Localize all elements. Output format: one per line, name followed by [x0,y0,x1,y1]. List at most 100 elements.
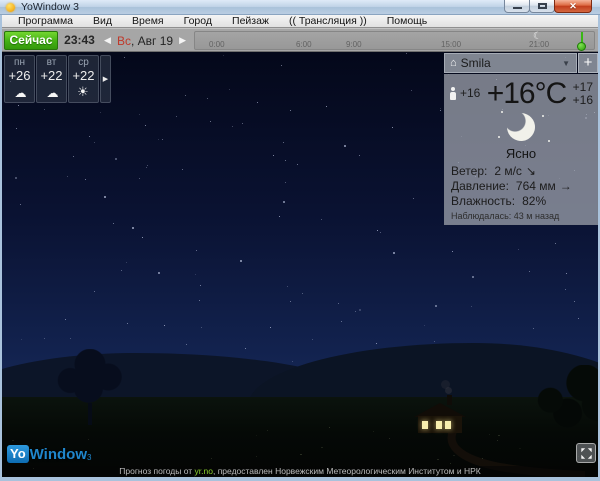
condition-icon-row [449,111,593,146]
pressure-trend-icon: → [560,179,572,193]
time-cursor-handle[interactable] [577,42,586,51]
logo-yo-badge: Yo [7,445,29,463]
star-dot [501,111,503,113]
logo-wordmark: Window [30,446,87,463]
window-frame [0,477,600,481]
humidity-value: 82% [522,194,546,208]
forecast-day-wednesday[interactable]: ср +22 [68,55,99,103]
person-icon [449,87,457,100]
minimize-button[interactable] [504,0,530,13]
house [410,395,470,433]
weather-panel-header: ⌂ Smila ▼ + [444,53,598,73]
menu-item-program[interactable]: Программа [8,15,83,27]
temperature-row: +16 +16°C +17 +16 [449,77,593,111]
yowindow-logo: Yo Window 3 [7,445,91,463]
pressure-row: Давление: 764 мм → [449,179,593,194]
location-selector[interactable]: ⌂ Smila ▼ [444,53,577,73]
menu-item-view[interactable]: Вид [83,15,122,27]
wind-row: Ветер: 2 м/с ↘ [449,164,593,179]
fullscreen-icon [580,447,593,460]
date-navigator: ◀ Вс, Авг 19 ▶ [100,31,190,50]
forecast-expand-button[interactable]: ▶ [100,55,111,103]
add-location-button[interactable]: + [578,53,598,73]
star-dot [542,115,544,117]
chimney-smoke [445,387,452,394]
pressure-value: 764 мм [516,179,556,193]
high-low: +17 +16 [573,81,593,107]
location-name: Smila [461,56,562,70]
star-dot [498,136,500,138]
night-scene: пн +26 вт +22 ср +22 ▶ ⌂ Smila [2,52,598,477]
weather-panel-body: +16 +16°C +17 +16 Ясно В [444,74,598,225]
star-dot [548,140,550,142]
forecast-day-temp: +22 [37,69,66,82]
timeline-tick: 15:00 [441,40,461,49]
prev-day-button[interactable]: ◀ [104,35,111,46]
sun-logo-icon [6,3,15,12]
yr-no-link[interactable]: yr.no [195,466,213,476]
humidity-label: Влажность: [451,194,515,208]
house-window [422,421,428,429]
next-day-button[interactable]: ▶ [179,35,186,46]
forecast-day-monday[interactable]: пн +26 [4,55,35,103]
condition-text: Ясно [449,146,593,161]
date-label: Вс, Авг 19 [117,34,173,48]
house-window [436,421,442,429]
menu-item-landscape[interactable]: Пейзаж [222,15,279,27]
wind-value: 2 м/с [494,164,522,178]
pressure-label: Давление: [451,179,509,193]
weather-panel: ⌂ Smila ▼ + +16 +16°C +17 +16 [444,53,598,225]
window-controls: ✕ [505,0,592,13]
trees-silhouette [510,365,598,429]
menu-item-city[interactable]: Город [174,15,222,27]
menu-item-help[interactable]: Помощь [377,15,438,27]
moon-icon [505,111,537,143]
menu-bar: Программа Вид Время Город Пейзаж (( Тран… [2,15,598,28]
window-title: YoWindow 3 [21,1,79,14]
weekday-label: Вс [117,34,131,48]
timeline-slider[interactable]: 0:00 6:00 9:00 15:00 21:00 ☾ [194,31,595,50]
timeline-tick: 0:00 [209,40,225,49]
logo-version: 3 [87,453,91,463]
yowindow-app: YoWindow 3 ✕ Программа Вид Время Город П… [0,0,600,481]
forecast-day-temp: +22 [69,69,98,82]
low-temp: +16 [573,94,593,107]
sun-cloud-icon [37,84,66,102]
tree-silhouette [52,349,128,419]
feels-like: +16 [449,86,480,100]
close-icon: ✕ [555,0,591,12]
clock-time: 23:43 [61,31,98,50]
home-icon: ⌂ [450,54,457,72]
forecast-strip: пн +26 вт +22 ср +22 ▶ [4,55,111,103]
humidity-row: Влажность: 82% [449,194,593,209]
current-temperature: +16°C [480,77,572,111]
title-bar: YoWindow 3 ✕ [0,0,600,15]
forecast-day-tuesday[interactable]: вт +22 [36,55,67,103]
wind-label: Ветер: [451,164,487,178]
close-button[interactable]: ✕ [554,0,592,13]
window-frame [0,15,2,481]
fullscreen-button[interactable] [576,443,596,463]
credit-bar: Прогноз погоды от yr.no, предоставлен Но… [2,466,598,477]
credit-prefix: Прогноз погоды от [119,466,194,476]
feels-like-value: +16 [460,86,480,100]
menu-item-broadcast[interactable]: (( Трансляция )) [279,15,377,27]
now-button[interactable]: Сейчас [4,31,58,50]
timeline-tick: 9:00 [346,40,362,49]
observed-row: Наблюдалась: 43 м назад [449,209,593,221]
toolbar: Сейчас 23:43 ◀ Вс, Авг 19 ▶ 0:00 6:00 9:… [2,28,598,52]
maximize-icon [538,3,547,9]
house-window [445,421,451,429]
menu-item-time[interactable]: Время [122,15,174,27]
wind-direction-icon: ↘ [526,164,536,178]
house-roof [414,403,466,417]
forecast-day-temp: +26 [5,69,34,82]
credit-suffix: , предоставлен Норвежским Метеорологичес… [213,466,481,476]
chevron-down-icon: ▼ [562,59,570,68]
moon-phase-icon: ☾ [533,31,542,42]
minimize-icon [513,7,522,9]
sun-cloud-icon [5,84,34,102]
date-rest-label: , Авг 19 [131,34,173,48]
maximize-button[interactable] [529,0,555,13]
timeline-tick: 6:00 [296,40,312,49]
